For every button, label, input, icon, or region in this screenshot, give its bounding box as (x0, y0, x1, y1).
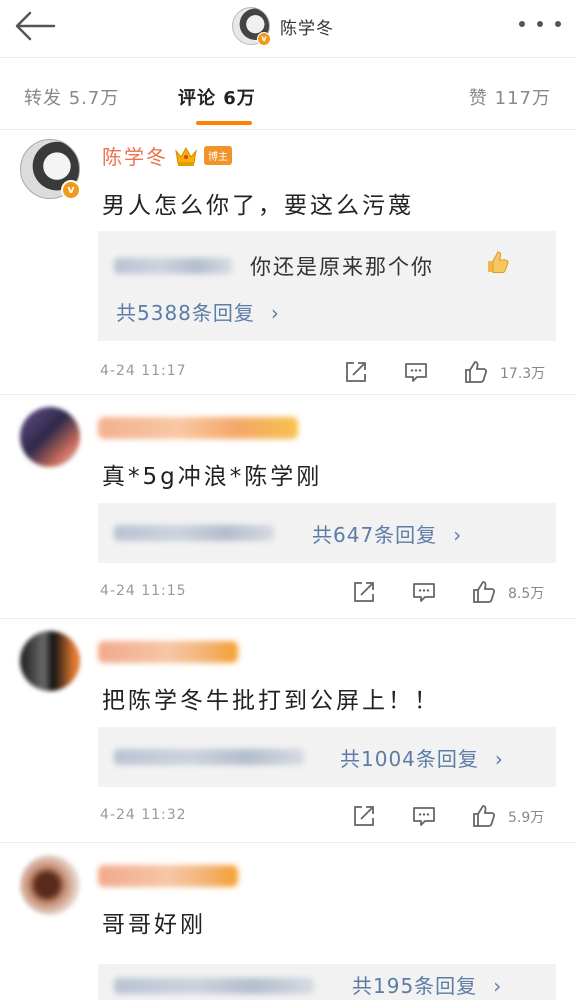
reply-author-blurred (114, 978, 314, 994)
chevron-right-icon: › (453, 523, 463, 547)
more-dots-icon (519, 21, 525, 27)
comment-meta: 4-24 11:32 5.9万 (100, 802, 556, 830)
author-name[interactable]: 陈学冬 (102, 141, 168, 170)
chevron-right-icon: › (494, 747, 504, 771)
comment-item: 真*5g冲浪*陈学刚 共647条回复 › 4-24 11:15 8.5万 (0, 395, 575, 617)
comment-icon[interactable] (412, 580, 436, 604)
avatar[interactable] (20, 631, 80, 691)
like-count: 5.9万 (508, 810, 545, 826)
reply-preview-box[interactable]: 共647条回复 › (98, 503, 556, 563)
reply-author-blurred (114, 525, 274, 541)
reply-count-link[interactable]: 共1004条回复 › (340, 743, 504, 772)
comment-icon[interactable] (412, 804, 436, 828)
comment-item: v 陈学冬 博主 男人怎么你了，要这么污蔑 你还是原来那个你 共5388条回复 ›… (0, 131, 575, 393)
back-arrow-icon (15, 11, 56, 41)
reply-count-link[interactable]: 共647条回复 › (312, 519, 462, 548)
author-name-blurred (98, 417, 298, 439)
reply-count-link[interactable]: 共195条回复 › (352, 970, 502, 999)
thumbs-up-icon[interactable] (464, 360, 488, 384)
active-tab-indicator (196, 121, 252, 125)
chevron-right-icon: › (270, 301, 280, 325)
like-count: 8.5万 (508, 586, 545, 602)
comment-text: 男人怎么你了，要这么污蔑 (102, 193, 414, 219)
chevron-right-icon: › (493, 974, 503, 998)
thumbs-up-icon[interactable] (472, 580, 496, 604)
share-icon[interactable] (352, 804, 376, 828)
avatar[interactable]: v (20, 139, 81, 200)
comment-meta: 4-24 11:17 17.3万 (100, 358, 556, 386)
comment-time: 4-24 11:17 (100, 363, 187, 379)
thumbs-up-icon[interactable] (472, 804, 496, 828)
comment-meta: 4-24 11:15 8.5万 (100, 578, 556, 606)
comment-item: 哥哥好刚 共195条回复 › (0, 843, 575, 1000)
comment-time: 4-24 11:15 (100, 583, 187, 599)
header-user[interactable]: v 陈学冬 (232, 6, 334, 46)
tab-forward[interactable]: 转发 5.7万 (24, 84, 119, 110)
crown-icon (175, 146, 197, 166)
share-icon[interactable] (352, 580, 376, 604)
reply-preview-text: 你还是原来那个你 (250, 255, 434, 279)
comment-icon[interactable] (404, 360, 428, 384)
tab-bar: 转发 5.7万 评论 6万 赞 117万 (0, 58, 575, 130)
host-badge: 博主 (204, 146, 232, 165)
more-button[interactable] (519, 12, 561, 36)
tab-likes[interactable]: 赞 117万 (469, 84, 551, 110)
comment-text: 哥哥好刚 (102, 912, 206, 938)
share-icon[interactable] (344, 360, 368, 384)
verified-v-icon: v (61, 180, 81, 200)
author-name-blurred (98, 865, 238, 887)
avatar[interactable] (20, 407, 80, 467)
top-bar: v 陈学冬 (0, 0, 575, 58)
reply-author-blurred (114, 749, 304, 765)
comment-text: 真*5g冲浪*陈学刚 (102, 464, 323, 490)
reply-preview-box[interactable]: 共1004条回复 › (98, 727, 556, 787)
author-name-blurred (98, 641, 238, 663)
like-count: 17.3万 (500, 366, 546, 382)
back-button[interactable] (12, 8, 58, 44)
comment-text: 把陈学冬牛批打到公屏上！！ (102, 688, 440, 714)
comment-time: 4-24 11:32 (100, 807, 187, 823)
avatar[interactable] (20, 855, 80, 915)
avatar: v (232, 7, 271, 46)
reply-count-link[interactable]: 共5388条回复 › (116, 297, 280, 326)
reply-author-blurred (114, 258, 232, 274)
comment-author: 陈学冬 博主 (102, 141, 232, 170)
tab-comments[interactable]: 评论 6万 (178, 84, 256, 110)
header-name: 陈学冬 (280, 18, 334, 39)
thumbs-up-emoji (488, 251, 509, 273)
comment-item: 把陈学冬牛批打到公屏上！！ 共1004条回复 › 4-24 11:32 5.9万 (0, 619, 575, 841)
reply-preview-box[interactable]: 你还是原来那个你 共5388条回复 › (98, 231, 556, 341)
reply-preview-box[interactable]: 共195条回复 › (98, 964, 556, 1000)
verified-v-icon: v (257, 32, 271, 46)
